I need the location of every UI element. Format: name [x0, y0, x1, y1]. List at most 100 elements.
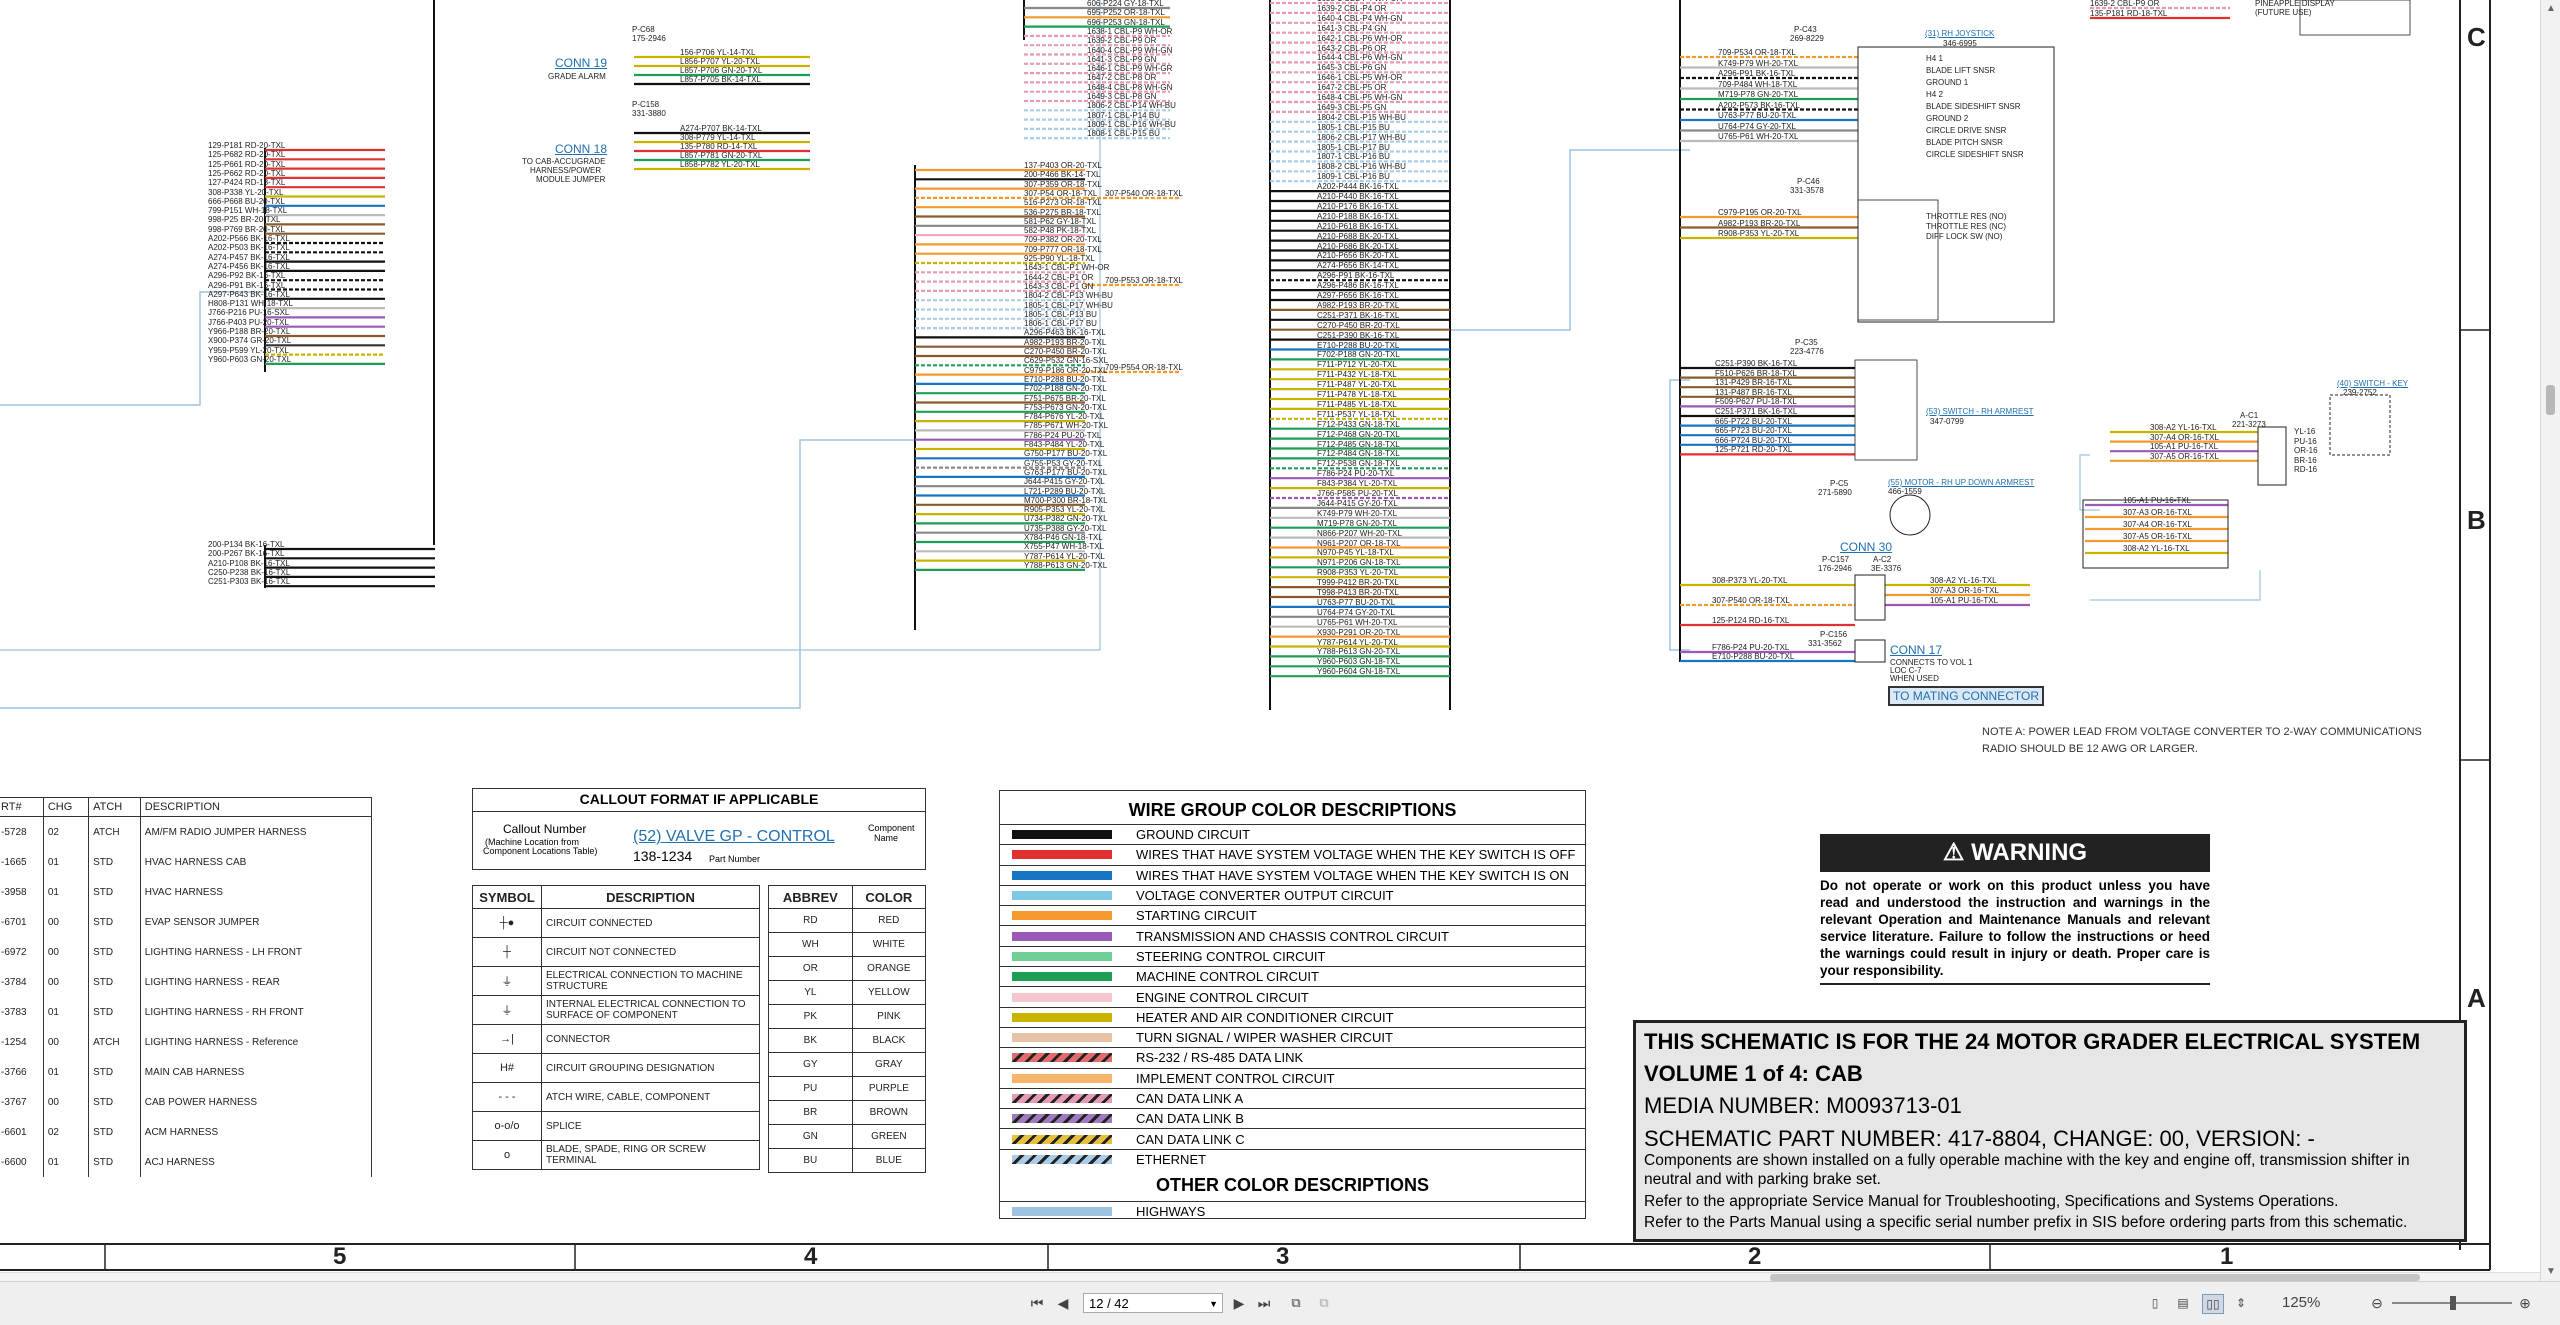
abbrev-code: BK [768, 1028, 853, 1053]
parts-cell: AM/FM RADIO JUMPER HARNESS [139, 816, 373, 847]
wire-label: Y960-P603 GN-18-TXL [1317, 657, 1401, 667]
rotate-page-icon[interactable]: ⧉ [1286, 1294, 1306, 1312]
abbrev-color: GREEN [851, 1124, 927, 1149]
conn17-title[interactable]: CONN 17 [1890, 643, 1942, 657]
wire-label: 1808-2 CBL-P16 WH-BU [1317, 162, 1406, 172]
wire-label: A297-P643 BK-16-TXL [208, 289, 290, 299]
scroll-up-icon[interactable]: ▲ [2541, 0, 2560, 18]
callout-example-link[interactable]: (52) VALVE GP - CONTROL [633, 828, 835, 846]
wire-label: M719-P78 GN-20-TXL [1317, 518, 1398, 528]
wire-label: 925-P90 YL-18-TXL [1024, 254, 1096, 263]
conn18-pn: 331-3880 [632, 109, 666, 118]
keyswitch-title[interactable]: (40) SWITCH - KEY [2337, 380, 2408, 388]
parts-cell: -6601 [0, 1117, 44, 1147]
wire-label: 709-P382 OR-20-TXL [1024, 235, 1102, 245]
wire-label: 1643-2 CBL-P6 OR [1317, 43, 1387, 53]
wire-label: J644-P415 GY-20-TXL [1317, 498, 1398, 508]
abbrev-color: BROWN [851, 1100, 927, 1125]
scroll-down-icon[interactable]: ▼ [2541, 1263, 2560, 1281]
keyswitch-pn: 221-3273 [2232, 420, 2266, 429]
wire-label: 1807-1 CBL-P14 BU [1087, 110, 1160, 120]
color-swatch [1012, 1134, 1112, 1144]
abbrev-color: WHITE [851, 932, 927, 957]
legend-description: RS-232 / RS-485 DATA LINK [1136, 1050, 1304, 1066]
symbol-description: INTERNAL ELECTRICAL CONNECTION TO SURFAC… [541, 995, 760, 1025]
vertical-scroll-thumb[interactable] [2546, 385, 2555, 415]
joystick-pc: P-C43 [1794, 25, 1817, 34]
wire-label: C251-P371 BK-16-TXL [1715, 407, 1798, 416]
title-line-6: Refer to the appropriate Service Manual … [1644, 1193, 2339, 1210]
wire-label: H808-P131 WH-18-TXL [208, 299, 293, 309]
wire-label: 308-A2 YL-16-TXL [2150, 423, 2217, 432]
mating-connector-link[interactable]: TO MATING CONNECTOR [1888, 686, 2045, 706]
vertical-scrollbar[interactable]: ▲ ▼ [2540, 0, 2560, 1281]
column-1-label: 1 [2220, 1243, 2234, 1270]
zoom-in-button[interactable]: ⊕ [2516, 1294, 2534, 1312]
previous-page-button[interactable]: ◀ [1054, 1294, 1072, 1312]
legend-description: WIRES THAT HAVE SYSTEM VOLTAGE WHEN THE … [1136, 867, 1569, 883]
wire-label: L721-P289 BU-20-TXL [1024, 486, 1106, 496]
wire-label: C250-P238 BK-16-TXL [208, 567, 291, 577]
motor-num: 466-1559 [1888, 487, 1922, 496]
wire-label: 1805-1 CBL-P13 BU [1024, 309, 1097, 319]
two-page-view-icon[interactable]: ▯▯ [2202, 1294, 2224, 1314]
wire-label: F785-P671 WH-20-TXL [1024, 421, 1109, 431]
wire-label: 127-P424 RD-18-TXL [208, 178, 286, 188]
copy-page-icon[interactable]: ⧉ [1314, 1294, 1334, 1312]
wire-label: F786-P24 PU-20-TXL [1317, 469, 1395, 479]
parts-cell: LIGHTING HARNESS - RH FRONT [139, 997, 373, 1027]
conn18-title[interactable]: CONN 18 [555, 142, 607, 156]
conn30-title[interactable]: CONN 30 [1840, 540, 1892, 554]
wire-label: N971-P206 GN-18-TXL [1317, 558, 1401, 568]
next-page-button[interactable]: ▶ [1230, 1294, 1248, 1312]
armrest-title[interactable]: (53) SWITCH - RH ARMREST [1926, 408, 2034, 416]
legend-description: IMPLEMENT CONTROL CIRCUIT [1136, 1070, 1335, 1086]
legend-description: ENGINE CONTROL CIRCUIT [1136, 989, 1309, 1005]
conn19-title[interactable]: CONN 19 [555, 56, 607, 70]
color-swatch [1012, 850, 1112, 860]
motor-title[interactable]: (55) MOTOR - RH UP DOWN ARMREST [1888, 479, 2034, 487]
wire-label: C251-P390 BK-16-TXL [1317, 330, 1400, 340]
joystick-title[interactable]: (31) RH JOYSTICK [1925, 30, 1994, 38]
fit-page-icon[interactable]: ⇕ [2232, 1294, 2250, 1312]
first-page-button[interactable]: ⏮ [1028, 1294, 1046, 1312]
parts-cell: ACJ HARNESS [139, 1147, 373, 1177]
zone-c-label: C [2467, 22, 2486, 52]
wire-label: Y787-P614 YL-20-TXL [1024, 551, 1105, 561]
legend-description: TRANSMISSION AND CHASSIS CONTROL CIRCUIT [1136, 928, 1449, 944]
zoom-level[interactable]: 125% [2282, 1294, 2320, 1311]
conn17-pc: P-C156 [1820, 630, 1848, 639]
wire-label: 709-P777 OR-18-TXL [1024, 244, 1102, 254]
wire-label: 1644-4 CBL-P6 WH-GN [1317, 53, 1403, 63]
wire-label: 1639-2 CBL-P9 OR [1087, 36, 1157, 46]
wire-label: 105-A1 PU-16-TXL [2150, 442, 2219, 452]
wire-label: F711-P487 YL-20-TXL [1317, 380, 1397, 390]
horizontal-scrollbar[interactable] [0, 1272, 2540, 1281]
wire-label: A296-P91 BK-16-TXL [1718, 69, 1796, 78]
wire-label: 129-P181 RD-20-TXL [208, 141, 286, 150]
legend-row: WIRES THAT HAVE SYSTEM VOLTAGE WHEN THE … [1000, 864, 1585, 885]
horizontal-scroll-thumb[interactable] [1770, 1274, 2420, 1281]
wire-label: 1807-1 CBL-P16 BU [1317, 152, 1390, 162]
zoom-out-button[interactable]: ⊖ [2368, 1294, 2386, 1312]
page-number-select[interactable]: 12 / 42 ▼ [1083, 1293, 1223, 1313]
conn17-sub3: WHEN USED [1890, 674, 1939, 683]
wire-label: 307-A4 OR-16-TXL [2150, 432, 2219, 442]
symbol-icon: ┼ [472, 937, 542, 967]
wire-label: A202-P503 BK-16-TXL [208, 243, 290, 253]
wire-label: F786-P24 PU-20-TXL [1712, 643, 1790, 652]
joystick-num: 346-6995 [1943, 39, 1977, 48]
single-page-view-icon[interactable]: ▯ [2146, 1294, 2164, 1312]
symbol-description: ATCH WIRE, CABLE, COMPONENT [541, 1082, 760, 1112]
continuous-view-icon[interactable]: ▤ [2174, 1294, 2192, 1312]
table-row: -3783 01 STD LIGHTING HARNESS - RH FRONT [0, 997, 373, 1027]
callout-machine-loc-2: Component Locations Table) [483, 846, 598, 856]
abbrev-col-header: ABBREV [768, 885, 853, 909]
abbrev-code: BR [768, 1100, 853, 1125]
wire-label: 1643-3 CBL-P1 GN [1024, 281, 1094, 291]
last-page-button[interactable]: ⏭ [1255, 1294, 1273, 1312]
wire-label: U734-P382 GN-20-TXL [1024, 514, 1108, 524]
parts-cell: STD [88, 877, 141, 907]
zoom-slider-handle[interactable] [2450, 1296, 2456, 1310]
wire-label: C270-P450 BR-20-TXL [1024, 347, 1107, 356]
